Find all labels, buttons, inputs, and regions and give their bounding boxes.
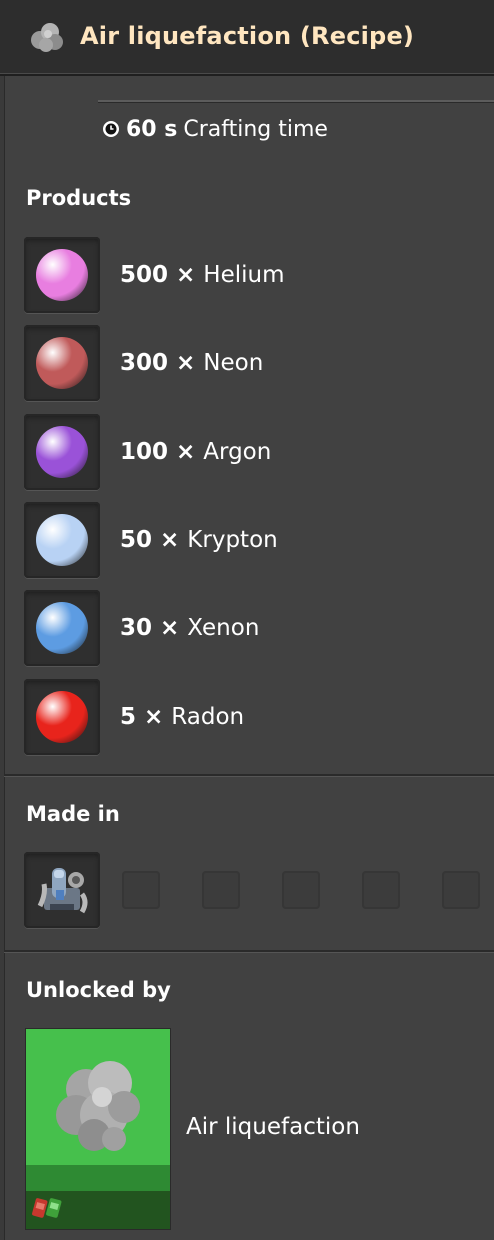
cloud-icon <box>31 23 63 52</box>
product-amount: 5 <box>120 704 137 730</box>
product-label: 100 × Argon <box>120 439 271 465</box>
crafting-separator <box>98 100 494 103</box>
product-name: Krypton <box>187 527 278 553</box>
section-divider <box>4 950 494 953</box>
product-name: Radon <box>171 704 245 730</box>
crafting-time-label: Crafting time <box>183 116 328 142</box>
product-slot[interactable] <box>24 502 100 578</box>
empty-machine-slot <box>202 871 240 909</box>
product-label: 5 × Radon <box>120 704 244 730</box>
section-divider <box>4 774 494 777</box>
product-amount: 500 <box>120 262 169 288</box>
product-slot[interactable] <box>24 237 100 313</box>
air-cloud-icon <box>56 1061 140 1151</box>
product-slot[interactable] <box>24 679 100 755</box>
clock-icon <box>103 121 119 137</box>
technology-card-band <box>26 1165 170 1191</box>
empty-machine-slot <box>282 871 320 909</box>
made-in-heading: Made in <box>26 802 120 826</box>
product-amount: 300 <box>120 350 169 376</box>
product-slot[interactable] <box>24 414 100 490</box>
technology-name[interactable]: Air liquefaction <box>186 1114 360 1140</box>
unlocked-by-heading: Unlocked by <box>26 978 171 1002</box>
times-sign: × <box>160 527 180 553</box>
product-row[interactable]: 5 × Radon <box>24 677 484 757</box>
product-label: 300 × Neon <box>120 350 263 376</box>
times-sign: × <box>176 439 196 465</box>
title-bar: Air liquefaction (Recipe) <box>0 0 494 76</box>
product-label: 30 × Xenon <box>120 615 259 641</box>
empty-machine-slot <box>362 871 400 909</box>
empty-machine-slot <box>122 871 160 909</box>
xenon-icon <box>36 602 88 654</box>
product-slot[interactable] <box>24 590 100 666</box>
products-heading: Products <box>26 186 132 210</box>
radon-icon <box>36 691 88 743</box>
product-row[interactable]: 500 × Helium <box>24 235 484 315</box>
machine-slot[interactable] <box>24 852 100 928</box>
product-amount: 50 <box>120 527 153 553</box>
times-sign: × <box>176 262 196 288</box>
page-title: Air liquefaction (Recipe) <box>80 22 415 50</box>
helium-icon <box>36 249 88 301</box>
times-sign: × <box>144 704 164 730</box>
product-label: 50 × Krypton <box>120 527 278 553</box>
product-name: Neon <box>203 350 264 376</box>
chemical-plant-icon <box>37 868 88 914</box>
product-amount: 100 <box>120 439 169 465</box>
product-row[interactable]: 50 × Krypton <box>24 500 484 580</box>
made-in-row <box>24 850 494 930</box>
technology-card[interactable] <box>25 1028 171 1230</box>
product-amount: 30 <box>120 615 153 641</box>
crafting-time-value: 60 s <box>126 116 178 142</box>
product-slot[interactable] <box>24 325 100 401</box>
product-row[interactable]: 100 × Argon <box>24 412 484 492</box>
argon-icon <box>36 426 88 478</box>
product-name: Xenon <box>187 615 260 641</box>
product-name: Helium <box>203 262 285 288</box>
times-sign: × <box>176 350 196 376</box>
krypton-icon <box>36 514 88 566</box>
product-row[interactable]: 300 × Neon <box>24 323 484 403</box>
product-name: Argon <box>203 439 272 465</box>
product-row[interactable]: 30 × Xenon <box>24 588 484 668</box>
crafting-time: 60 s Crafting time <box>102 114 328 144</box>
empty-machine-slot <box>442 871 480 909</box>
neon-icon <box>36 337 88 389</box>
product-label: 500 × Helium <box>120 262 285 288</box>
green-science-pack-icon <box>46 1198 62 1218</box>
times-sign: × <box>160 615 180 641</box>
